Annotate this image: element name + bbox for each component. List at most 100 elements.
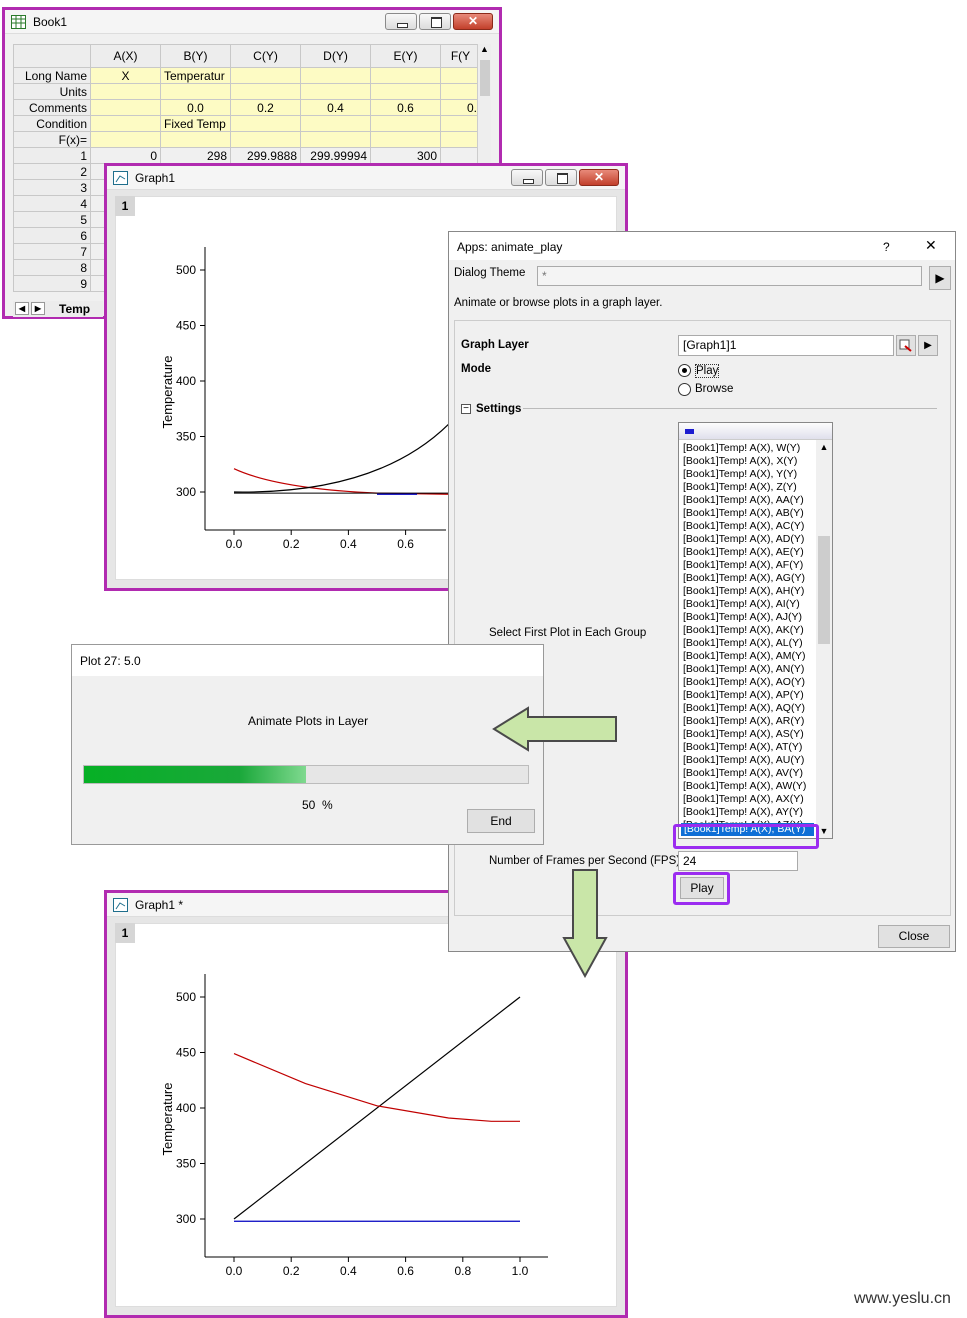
cell[interactable] — [300, 115, 371, 132]
row-header[interactable]: Units — [13, 83, 91, 100]
graph-titlebar[interactable]: Graph1 ✕ — [107, 166, 625, 190]
radio-play[interactable] — [678, 364, 691, 377]
row-header[interactable]: 1 — [13, 147, 91, 164]
list-item[interactable]: [Book1]Temp! A(X), AY(Y) — [679, 806, 815, 819]
collapse-icon[interactable]: − — [461, 404, 471, 414]
list-item[interactable]: [Book1]Temp! A(X), AS(Y) — [679, 728, 815, 741]
cell[interactable]: 0.0 — [160, 99, 231, 116]
list-item[interactable]: [Book1]Temp! A(X), AG(Y) — [679, 572, 815, 585]
plot-list[interactable]: [Book1]Temp! A(X), W(Y) [Book1]Temp! A(X)… — [679, 442, 815, 832]
list-item[interactable]: [Book1]Temp! A(X), W(Y) — [679, 442, 815, 455]
row-header[interactable]: 8 — [13, 259, 91, 276]
layer-menu-arrow-icon[interactable]: ▶ — [918, 335, 938, 356]
list-item[interactable]: [Book1]Temp! A(X), AH(Y) — [679, 585, 815, 598]
radio-play-label[interactable]: Play — [695, 364, 720, 378]
cell[interactable] — [90, 115, 161, 132]
cell[interactable] — [230, 115, 301, 132]
cell[interactable] — [90, 99, 161, 116]
cell[interactable]: 0.6 — [370, 99, 441, 116]
list-item[interactable]: [Book1]Temp! A(X), AV(Y) — [679, 767, 815, 780]
cell[interactable] — [300, 83, 371, 100]
close-button[interactable]: ✕ — [579, 169, 619, 186]
layer-indicator[interactable]: 1 — [115, 923, 135, 943]
list-item[interactable]: [Book1]Temp! A(X), AA(Y) — [679, 494, 815, 507]
cell[interactable] — [230, 131, 301, 148]
cell[interactable] — [300, 67, 371, 84]
tab-prev-icon[interactable]: ◀ — [15, 302, 29, 315]
list-item[interactable]: [Book1]Temp! A(X), AI(Y) — [679, 598, 815, 611]
help-button[interactable]: ? — [883, 240, 890, 254]
book-titlebar[interactable]: Book1 ✕ — [5, 10, 499, 34]
cell[interactable] — [370, 83, 441, 100]
close-button[interactable]: ✕ — [453, 13, 493, 30]
minimize-button[interactable] — [385, 13, 417, 30]
cell[interactable] — [300, 131, 371, 148]
cell[interactable] — [440, 131, 481, 148]
layer-indicator[interactable]: 1 — [115, 196, 135, 216]
list-item[interactable]: [Book1]Temp! A(X), AB(Y) — [679, 507, 815, 520]
scroll-up-icon[interactable]: ▲ — [816, 442, 832, 452]
row-header[interactable]: 6 — [13, 227, 91, 244]
cell[interactable]: 299.99994 — [300, 147, 371, 164]
list-item[interactable]: [Book1]Temp! A(X), AE(Y) — [679, 546, 815, 559]
row-header[interactable]: 4 — [13, 195, 91, 212]
row-header[interactable]: Comments — [13, 99, 91, 116]
maximize-button[interactable] — [419, 13, 451, 30]
list-item[interactable]: [Book1]Temp! A(X), X(Y) — [679, 455, 815, 468]
close-button[interactable]: Close — [878, 925, 950, 948]
cell[interactable] — [90, 131, 161, 148]
row-header[interactable]: 2 — [13, 163, 91, 180]
row-header[interactable]: 7 — [13, 243, 91, 260]
cell[interactable]: 0.2 — [230, 99, 301, 116]
list-item[interactable]: [Book1]Temp! A(X), AW(Y) — [679, 780, 815, 793]
radio-browse-label[interactable]: Browse — [695, 383, 733, 395]
cell[interactable] — [440, 67, 481, 84]
list-item[interactable]: [Book1]Temp! A(X), AM(Y) — [679, 650, 815, 663]
dialog-titlebar[interactable]: Apps: animate_play ? ✕ — [449, 232, 955, 260]
cell[interactable]: 300 — [370, 147, 441, 164]
corner-cell[interactable] — [13, 44, 91, 68]
list-item[interactable]: [Book1]Temp! A(X), AQ(Y) — [679, 702, 815, 715]
list-item[interactable]: [Book1]Temp! A(X), AR(Y) — [679, 715, 815, 728]
column-header[interactable]: A(X) — [90, 44, 161, 68]
radio-browse[interactable] — [678, 383, 691, 396]
graph-layer-field[interactable]: [Graph1]1 — [678, 335, 894, 356]
list-item[interactable]: [Book1]Temp! A(X), AX(Y) — [679, 793, 815, 806]
row-header[interactable]: 3 — [13, 179, 91, 196]
sheet-tab-temp[interactable]: Temp — [59, 302, 90, 316]
row-header[interactable]: F(x)= — [13, 131, 91, 148]
cell[interactable] — [440, 115, 481, 132]
cell[interactable]: X — [90, 67, 161, 84]
list-item[interactable]: [Book1]Temp! A(X), AN(Y) — [679, 663, 815, 676]
cell[interactable] — [160, 131, 231, 148]
cell[interactable] — [90, 83, 161, 100]
cell[interactable] — [440, 83, 481, 100]
plot-listbox[interactable]: [Book1]Temp! A(X), W(Y) [Book1]Temp! A(X)… — [678, 422, 833, 839]
fps-field[interactable]: 24 — [678, 851, 798, 871]
cell[interactable]: 0. — [440, 99, 481, 116]
end-button[interactable]: End — [467, 809, 535, 833]
sheet-tab-bar[interactable]: ◀ ▶ Temp — [13, 301, 103, 317]
progress-titlebar[interactable]: Plot 27: 5.0 — [72, 645, 543, 676]
list-item[interactable]: [Book1]Temp! A(X), AD(Y) — [679, 533, 815, 546]
cell[interactable]: 298 — [160, 147, 231, 164]
plot-area[interactable]: 500 450 400 350 300 0.0 0.2 0.4 0.6 0.8 1.0 Tempera… — [116, 924, 622, 1284]
graph-page[interactable]: 500 450 400 350 300 0.0 0.2 0.4 0.6 0.8 1.0 Tempera… — [115, 923, 617, 1307]
list-item[interactable]: [Book1]Temp! A(X), Y(Y) — [679, 468, 815, 481]
row-header[interactable]: 5 — [13, 211, 91, 228]
graph-window-bottom[interactable]: Graph1 * ✕ 5004504003503000.00.20.40.60.… — [104, 890, 628, 1318]
list-scrollbar[interactable]: ▲ ▼ — [816, 440, 832, 838]
cell[interactable] — [370, 131, 441, 148]
theme-menu-arrow-icon[interactable]: ▶ — [929, 266, 951, 290]
cell[interactable] — [160, 83, 231, 100]
list-item[interactable]: [Book1]Temp! A(X), AO(Y) — [679, 676, 815, 689]
cell[interactable]: 0.4 — [300, 99, 371, 116]
list-item[interactable]: [Book1]Temp! A(X), Z(Y) — [679, 481, 815, 494]
cell[interactable] — [440, 147, 481, 164]
column-header[interactable]: B(Y) — [160, 44, 231, 68]
row-header[interactable]: 9 — [13, 275, 91, 292]
dialog-theme-field[interactable]: * — [537, 266, 922, 286]
column-header[interactable]: D(Y) — [300, 44, 371, 68]
list-item[interactable]: [Book1]Temp! A(X), AF(Y) — [679, 559, 815, 572]
cell[interactable] — [230, 83, 301, 100]
